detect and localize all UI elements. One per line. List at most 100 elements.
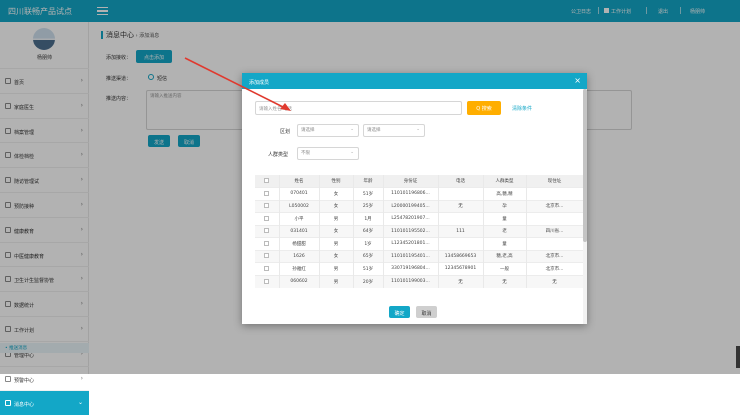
cell-sex: 男 [319,275,354,288]
sidebar-item-label: 预警中心 [14,377,35,384]
cell-address: 无 [526,275,584,288]
cell-sex: 女 [319,200,354,213]
cell-type: 无 [483,275,527,288]
cell-name: 杨甜甜 [279,237,320,250]
sidebar-item-label: 消息中心 [14,402,35,409]
row-checkbox[interactable] [264,265,270,271]
crowd-type-select[interactable]: 不限 ⌄ [297,147,359,160]
cell-id: 110101196806... [383,187,439,200]
cell-address: 北京市... [526,262,584,275]
cell-address: 四川省... [526,225,584,238]
cell-address [526,237,584,250]
cell-sex: 女 [319,225,354,238]
cell-address: 北京市... [526,250,584,263]
row-checkbox[interactable] [264,190,270,196]
table-row[interactable]: 031401 女 64岁 110101195502... 111 老四川省... [255,225,584,238]
cell-name: 小平 [279,212,320,225]
cell-phone [438,187,484,200]
row-checkbox[interactable] [264,203,270,209]
column-header: 姓名 [279,175,320,188]
side-handle[interactable] [736,346,740,368]
cell-id: L25478201907... [383,212,439,225]
cell-age: 51岁 [353,187,384,200]
cell-name: 孙雅红 [279,262,320,275]
search-button[interactable]: Q 搜索 [467,101,501,115]
cell-name: 1626 [279,250,320,263]
cell-id: 110101199003... [383,275,439,288]
cell-phone: 无 [438,200,484,213]
cell-id: 110101195401... [383,250,439,263]
cell-type: 老 [483,225,527,238]
cell-address [526,212,584,225]
cell-name: L050002 [279,200,320,213]
cell-address [526,187,584,200]
chevron-down-icon: ⌄ [350,150,354,155]
crowd-type-label: 人群类型 [268,152,289,158]
row-checkbox[interactable] [264,228,270,234]
cell-name: 031401 [279,225,320,238]
table-row[interactable]: 060602 男 20岁 110101199003... 无无无 [255,275,584,288]
alert-icon [5,375,11,382]
column-header: 电话 [438,175,484,188]
row-checkbox[interactable] [264,253,270,259]
chevron-down-icon: ⌄ [350,127,354,132]
close-icon[interactable]: × [574,76,581,85]
table-row[interactable]: 070401 女 51岁 110101196806... 高,糖,精 [255,187,584,200]
cell-type: 童 [483,212,527,225]
search-input[interactable]: 请输入姓名/电话 [255,101,462,115]
table-row[interactable]: 小平男 1月 L25478201907... 童 [255,212,584,225]
cell-age: 51岁 [353,262,384,275]
region-label: 区划 [280,129,291,135]
cell-type: 糖,老,高 [483,250,527,263]
cell-age: 25岁 [353,200,384,213]
cell-sex: 男 [319,237,354,250]
dialog-cancel-button[interactable]: 取消 [416,306,437,318]
cell-phone: 12345678901 [438,262,484,275]
column-header: 人群类型 [483,175,527,188]
sidebar-item-message[interactable]: 消息中心 ⌄ [0,390,89,415]
row-checkbox[interactable] [264,278,270,284]
member-table: 姓名 性别 年龄 身份证 电话 人群类型 现住址 070401 女 51岁 11010… [255,175,584,288]
row-checkbox[interactable] [264,240,270,246]
cell-id: L12345201801... [383,237,439,250]
scrollbar-thumb[interactable] [583,89,587,242]
cell-type: 高,糖,精 [483,187,527,200]
table-row[interactable]: L050002 女 25岁 L20000199405... 无孕北京市... [255,200,584,213]
region-select-2-value: 请选择 [367,128,381,133]
cell-sex: 女 [319,250,354,263]
chevron-down-icon: ⌄ [416,127,420,132]
column-header: 年龄 [353,175,384,188]
cell-age: 65岁 [353,250,384,263]
cell-id: L20000199405... [383,200,439,213]
dialog-scrollbar[interactable] [583,89,587,324]
cell-age: 1月 [353,212,384,225]
cell-phone: 111 [438,225,484,238]
message-icon [5,400,11,407]
region-select-1[interactable]: 请选择 ⌄ [297,124,359,137]
clear-filter-link[interactable]: 清除条件 [512,105,532,112]
cell-phone: 无 [438,275,484,288]
cell-age: 1岁 [353,237,384,250]
table-row[interactable]: 1626 女 65岁 110101195401... 13458669653 糖,老,高北… [255,250,584,263]
cell-name: 060602 [279,275,320,288]
chevron-down-icon: ⌄ [77,399,83,407]
column-header: 性别 [319,175,354,188]
chevron-right-icon: › [80,374,83,382]
cell-sex: 女 [319,187,354,200]
dialog-header: 添加成员 × [242,73,587,89]
row-checkbox[interactable] [264,215,270,221]
add-member-dialog: 添加成员 × 请输入姓名/电话 Q 搜索 清除条件 区划 请选择 ⌄ 请选择 ⌄ 人… [242,73,587,324]
cell-sex: 男 [319,262,354,275]
table-row[interactable]: 杨甜甜男 1岁 L12345201801... 童 [255,237,584,250]
column-header: 现住址 [526,175,584,188]
dialog-title: 添加成员 [249,80,270,86]
cell-sex: 男 [319,212,354,225]
confirm-button[interactable]: 确定 [389,306,410,318]
region-select-2[interactable]: 请选择 ⌄ [363,124,425,137]
cell-phone [438,212,484,225]
table-row[interactable]: 孙雅红男 51岁 330719196804... 12345678901 一般 北京市..… [255,262,584,275]
column-header: 身份证 [383,175,439,188]
select-all-checkbox[interactable] [264,178,270,183]
region-select-1-value: 请选择 [301,128,315,133]
cell-address: 北京市... [526,200,584,213]
